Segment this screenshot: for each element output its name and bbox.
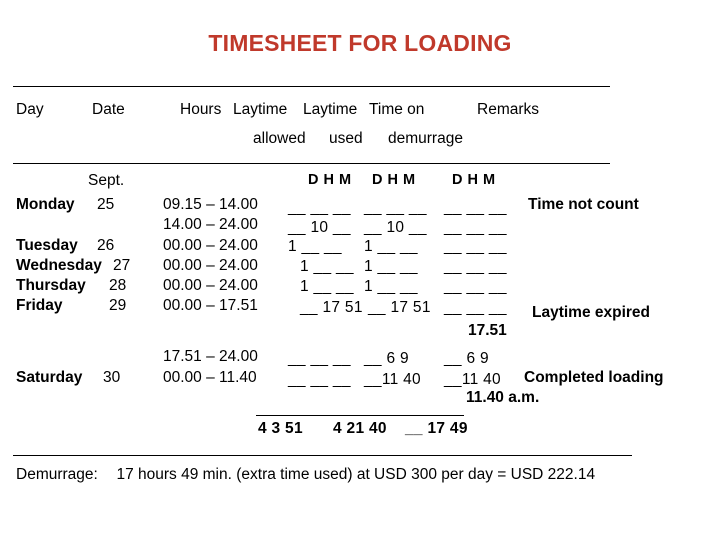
column-header-laytime-allowed: Laytime [233,101,288,118]
divider-bottom [13,455,632,456]
total-time-on-demurrage: __ 17 49 [405,420,468,437]
divider-header [13,163,610,164]
column-header-hours: Hours [180,101,222,118]
table-row-date: 27 [113,257,131,274]
table-row-hours: 00.00 – 24.00 [163,237,258,254]
table-row-time-on-demurrage: __ __ __ [444,199,507,216]
table-row-hours: 17.51 – 24.00 [163,348,258,365]
table-row-laytime-used: __ 6 9 [364,350,409,367]
table-row-laytime-used: __ 17 51 [368,299,431,316]
dhm-header-allowed: D H M [308,172,352,188]
table-row-laytime-allowed: __ __ __ [288,199,351,216]
table-row-laytime-used: 1 __ __ [364,278,418,295]
table-row-date: 30 [103,369,121,386]
table-row-hours: 00.00 – 24.00 [163,257,258,274]
table-row-date: 25 [97,196,115,213]
table-row-time-on-demurrage: __ __ __ [444,278,507,295]
table-row-remarks: Completed loading [524,369,664,386]
column-header-day: Day [16,101,44,118]
table-row-day: Tuesday [16,237,78,254]
table-row-laytime-allowed: __ 17 51 [300,299,363,316]
table-row-laytime-used: 1 __ __ [364,238,418,255]
table-row-laytime-used: __ __ __ [364,199,427,216]
demurrage-summary: Demurrage: 17 hours 49 min. (extra time … [16,466,595,484]
table-row-time-on-demurrage: __ __ __ [444,219,507,236]
table-row-remarks: Time not count [528,196,639,213]
column-header-demurrage-sub: demurrage [388,130,463,147]
table-row-laytime-used: __ 10 __ [364,219,427,236]
divider-top [13,86,610,87]
table-row-day: Wednesday [16,257,102,274]
total-laytime-allowed: 4 3 51 [258,420,303,437]
table-row-date: 28 [109,277,127,294]
table-row-remarks: Laytime expired [532,304,651,321]
month-label: Sept. [88,172,125,189]
table-row-day: Monday [16,196,75,213]
table-row-hours: 14.00 – 24.00 [163,216,258,233]
column-header-remarks: Remarks [477,101,540,118]
column-header-time-on-demurrage: Time on [369,101,425,118]
dhm-header-used: D H M [372,172,416,188]
table-row-date: 26 [97,237,115,254]
table-row-laytime-allowed: __ 10 __ [288,219,351,236]
table-row-laytime-allowed: __ __ __ [288,350,351,367]
page-title: TIMESHEET FOR LOADING [208,30,512,56]
column-header-allowed-sub: allowed [253,130,306,147]
table-row-time-on-demurrage: __ __ __ [444,238,507,255]
table-row-laytime-allowed: __ __ __ [288,371,351,388]
column-header-date: Date [92,101,125,118]
table-row-time-on-demurrage: __11 40 [444,371,501,388]
table-row-time-on-demurrage: __ __ __ [444,299,507,316]
column-header-used-sub: used [329,130,363,147]
table-row-time-on-demurrage: __ 6 9 [444,350,489,367]
dhm-header-demurrage: D H M [452,172,496,188]
table-row-day: Friday [16,297,63,314]
table-row-hours: 00.00 – 24.00 [163,277,258,294]
table-row-day: Thursday [16,277,86,294]
table-row-day: Saturday [16,369,83,386]
table-row-date: 29 [109,297,127,314]
completed-loading-time-annotation: 11.40 a.m. [466,389,540,406]
table-row-hours: 00.00 – 17.51 [163,297,258,314]
table-row-time-on-demurrage: __ __ __ [444,258,507,275]
totals-divider [256,415,464,416]
timesheet-document: TIMESHEET FOR LOADING Day Date Hours Lay… [0,0,720,540]
demurrage-text: 17 hours 49 min. (extra time used) at US… [116,466,596,483]
table-row-hours: 00.00 – 11.40 [163,369,257,386]
table-row-laytime-allowed: 1 __ __ [288,238,342,255]
demurrage-label: Demurrage: [16,466,98,483]
total-laytime-used: 4 21 40 [333,420,387,437]
table-row-laytime-used: 1 __ __ [364,258,418,275]
laytime-expired-time-annotation: 17.51 [468,322,507,339]
table-row-hours: 09.15 – 14.00 [163,196,258,213]
column-header-laytime-used: Laytime [303,101,358,118]
table-row-laytime-used: __11 40 [364,371,421,388]
